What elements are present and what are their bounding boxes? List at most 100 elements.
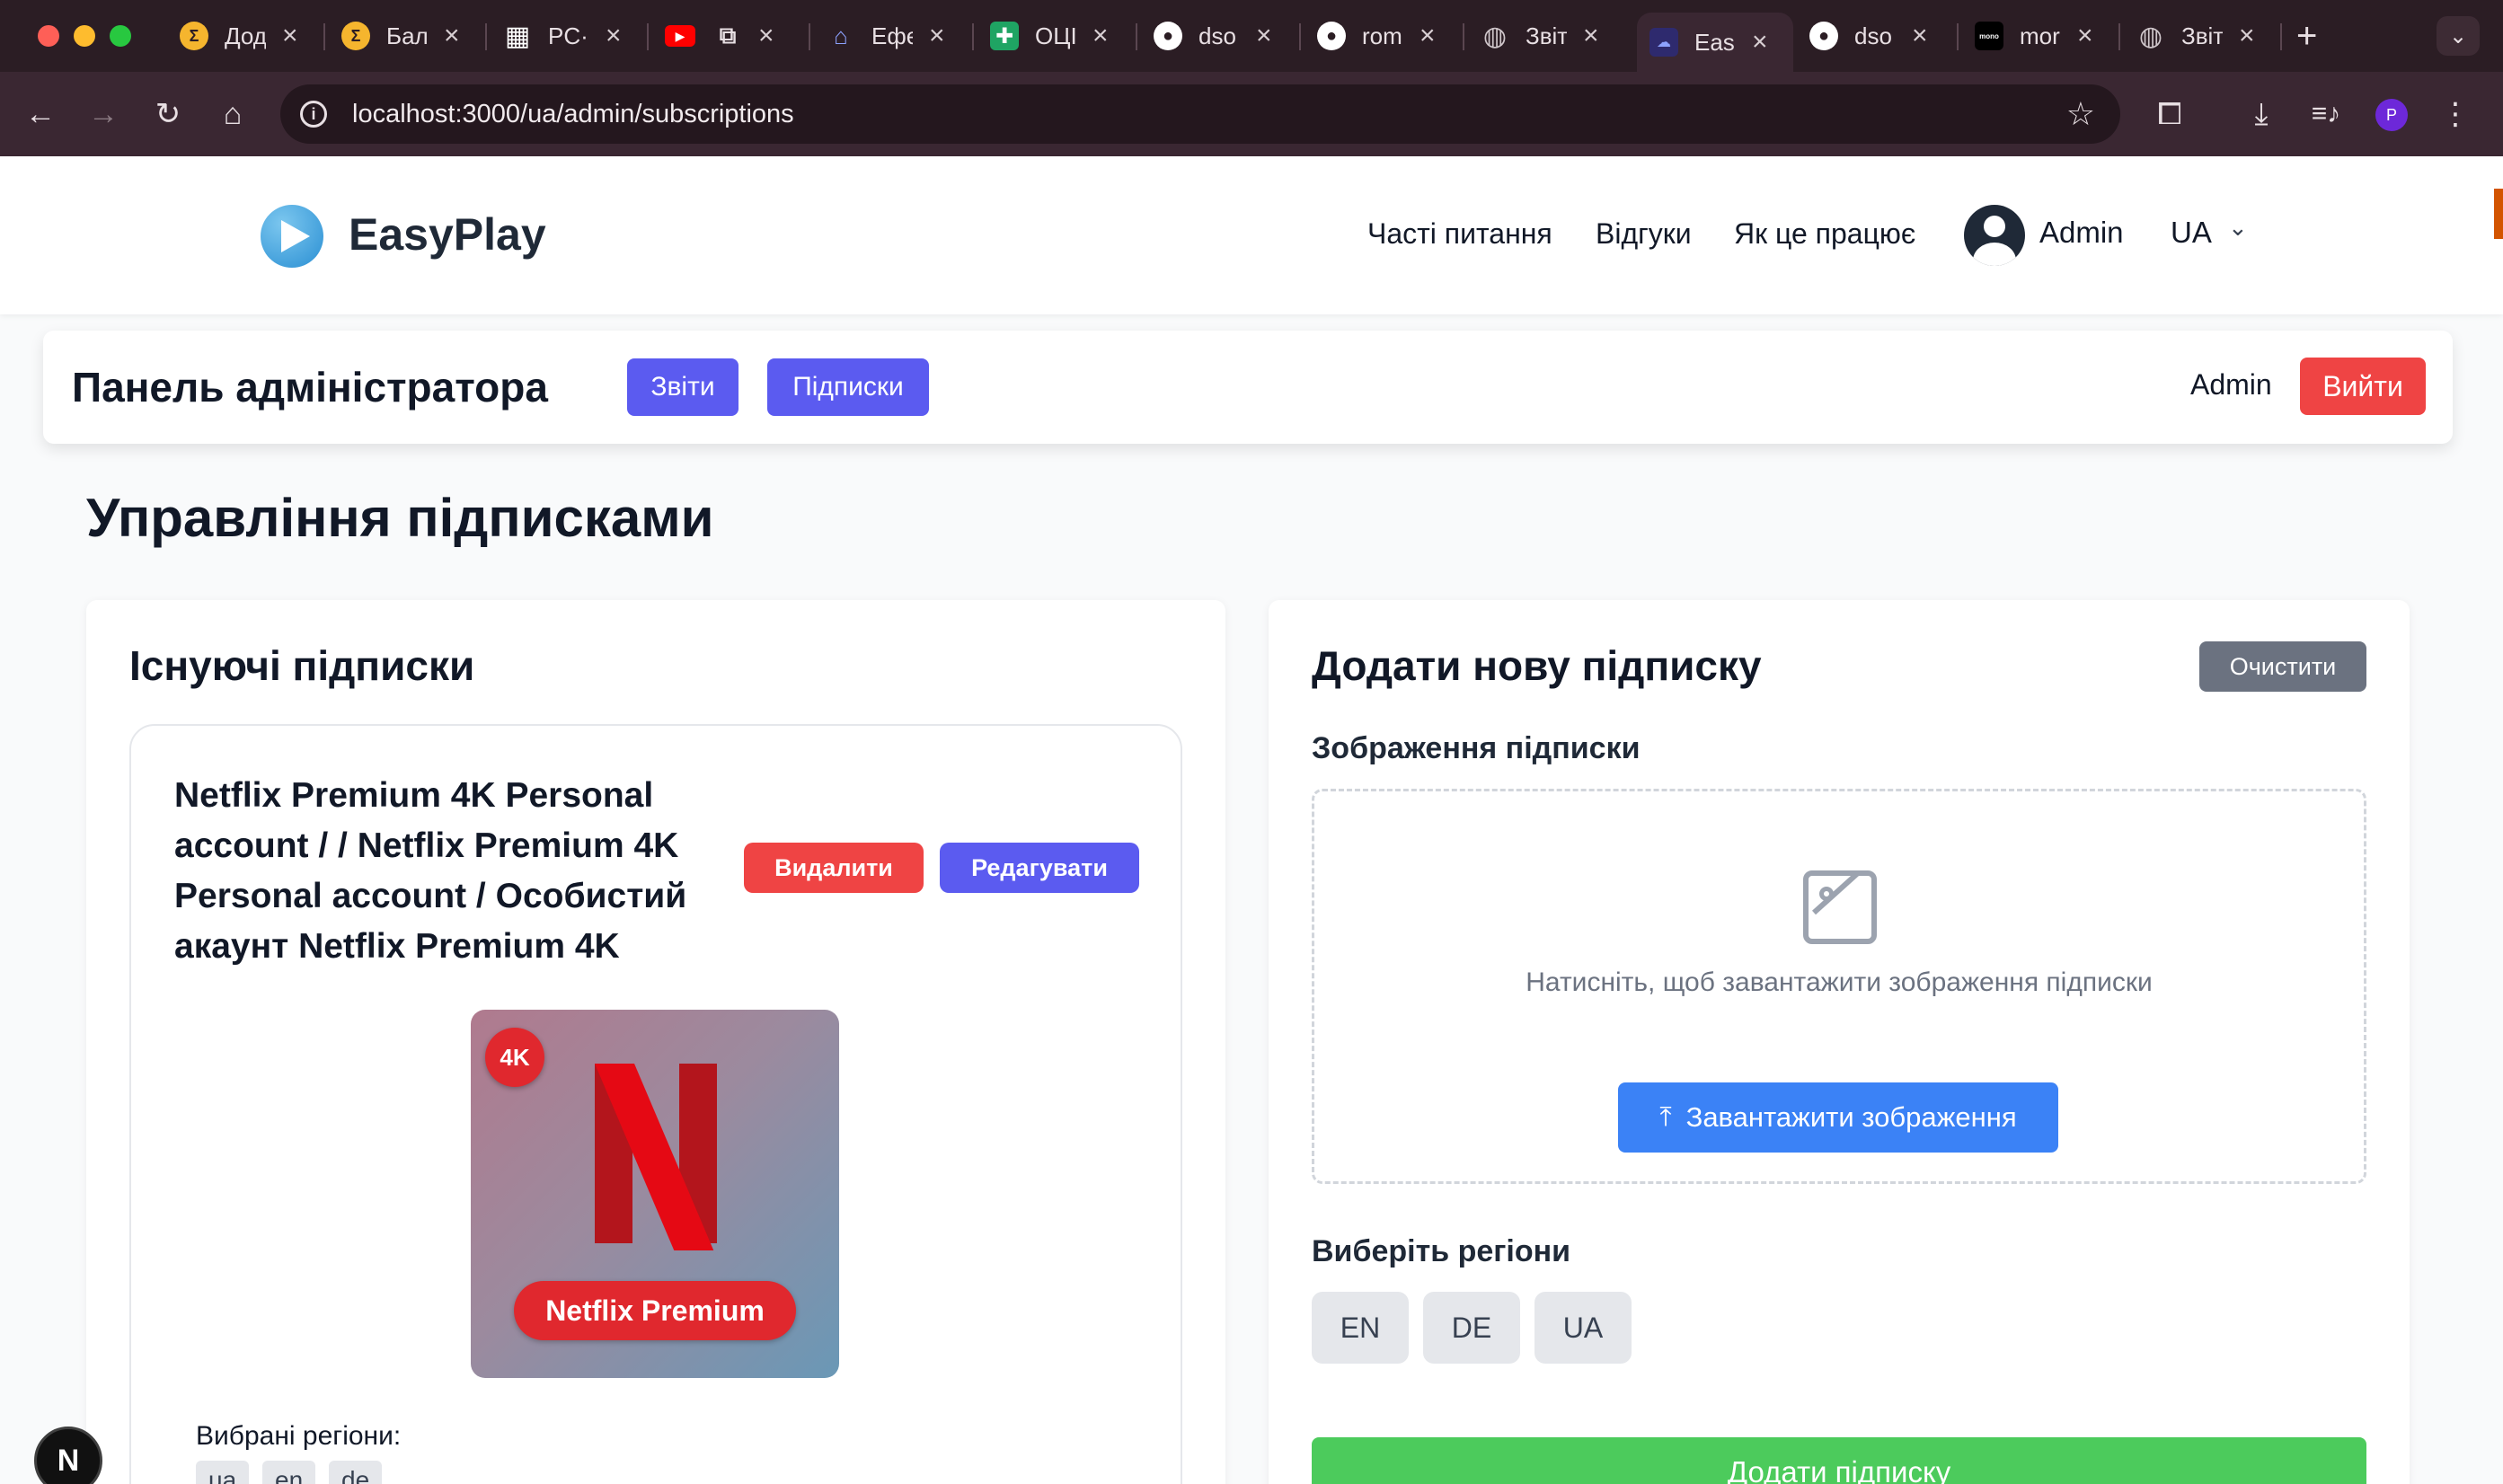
tab-title: Звіт (1526, 22, 1567, 49)
minimize-window-button[interactable] (74, 25, 95, 47)
url-text: localhost:3000/ua/admin/subscriptions (352, 99, 794, 128)
download-icon[interactable]: ⤓ (2239, 92, 2284, 137)
nav-link-how-it-works[interactable]: Як це працює (1734, 217, 1915, 251)
github-icon: ● (1154, 22, 1182, 50)
clear-button[interactable]: Очистити (2199, 641, 2366, 692)
profile-avatar[interactable]: P (2375, 99, 2408, 131)
add-subscription-button[interactable]: Додати підписку (1312, 1437, 2366, 1484)
globe-icon: ◍ (1482, 21, 1508, 51)
close-tab-icon[interactable]: × (929, 21, 945, 51)
site-info-icon[interactable]: i (300, 101, 327, 128)
browser-tab[interactable]: ▶ ⧉ × (652, 13, 774, 59)
close-tab-icon[interactable]: × (758, 21, 774, 51)
browser-tab-bar: Σ Дод × Σ Бал × ▦ PC· × ▶ ⧉ × ⌂ Ефе × ✚ … (0, 0, 2503, 72)
zoom-window-button[interactable] (110, 25, 131, 47)
dropzone-text: Натисніть, щоб завантажити зображення пі… (1526, 967, 2153, 997)
close-tab-icon[interactable]: × (1256, 21, 1272, 51)
subscription-title: Netflix Premium 4K Personal account / / … (174, 776, 687, 966)
close-tab-icon[interactable]: × (2077, 21, 2093, 51)
home-icon[interactable]: ⌂ (210, 92, 255, 137)
add-subscription-heading: Додати нову підписку (1312, 642, 1762, 689)
browser-tab[interactable]: Σ Бал × (329, 13, 460, 59)
media-control-icon[interactable]: ≡♪ (2304, 92, 2348, 137)
image-section-label: Зображення підписки (1312, 731, 1641, 765)
regions-section-label: Виберіть регіони (1312, 1234, 1571, 1268)
globe-icon: ◍ (2138, 21, 2163, 51)
browser-menu-icon[interactable]: ⋮ (2433, 92, 2478, 137)
language-select[interactable]: UA (2171, 216, 2212, 250)
grid-icon: ▦ (504, 21, 531, 51)
tab-title: ОЦІ (1035, 22, 1076, 49)
browser-tab[interactable]: ✚ ОЦІ × (977, 13, 1109, 59)
browser-tab[interactable]: ◍ Звіт × (1468, 13, 1599, 59)
edge-indicator (2494, 189, 2503, 239)
brand-name[interactable]: EasyPlay (349, 208, 546, 261)
coin-icon: Σ (341, 22, 370, 50)
browser-tab[interactable]: ⌂ Ефе × (814, 13, 945, 59)
browser-tab[interactable]: mono mor × (1962, 13, 2093, 59)
browser-tab[interactable]: Σ Дод × (167, 13, 298, 59)
browser-tab[interactable]: ◍ Звіт × (2124, 13, 2255, 59)
chevron-down-icon[interactable]: ⌄ (2228, 214, 2248, 242)
add-subscription-card: Додати нову підписку Очистити Зображення… (1269, 600, 2410, 1484)
picture-in-picture-icon: ⧉ (719, 22, 737, 49)
close-tab-icon[interactable]: × (1092, 21, 1109, 51)
browser-tab[interactable]: ● dso × (1141, 13, 1272, 59)
close-tab-icon[interactable]: × (1752, 27, 1768, 57)
close-tab-icon[interactable]: × (2239, 21, 2255, 51)
site-header: EasyPlay Часті питання Відгуки Як це пра… (0, 156, 2503, 314)
upload-image-button[interactable]: ⤒ Завантажити зображення (1618, 1082, 2058, 1153)
github-icon: ● (1809, 22, 1838, 50)
user-avatar-icon[interactable] (1964, 205, 2025, 266)
reload-icon[interactable]: ↻ (146, 92, 190, 137)
browser-tab[interactable]: ▦ PC· × (491, 13, 622, 59)
tab-title: dso (1198, 22, 1236, 49)
tab-title: Eas (1694, 28, 1735, 56)
nav-link-reviews[interactable]: Відгуки (1596, 217, 1692, 251)
reports-button[interactable]: Звіти (627, 358, 739, 416)
forward-icon[interactable]: → (81, 92, 126, 137)
region-toggle-ua[interactable]: UA (1535, 1292, 1632, 1364)
header-user-name[interactable]: Admin (2039, 216, 2124, 250)
close-tab-icon[interactable]: × (444, 21, 460, 51)
browser-toolbar: ← → ↻ ⌂ i localhost:3000/ua/admin/subscr… (0, 72, 2503, 156)
easyplay-logo-icon[interactable] (261, 205, 323, 268)
edit-button[interactable]: Редагувати (940, 843, 1139, 893)
admin-panel-bar: Панель адміністратора Звіти Підписки Adm… (43, 331, 2453, 444)
close-tab-icon[interactable]: × (1583, 21, 1599, 51)
existing-subscriptions-card: Існуючі підписки Netflix Premium 4K Pers… (86, 600, 1225, 1484)
browser-tab-active[interactable]: ☁ Eas × (1637, 13, 1793, 72)
tab-title: Дод (225, 22, 266, 49)
easyplay-icon: ☁ (1650, 28, 1678, 57)
browser-tab[interactable]: ● dso × (1797, 13, 1928, 59)
region-toggle-de[interactable]: DE (1423, 1292, 1520, 1364)
image-dropzone[interactable]: Натисніть, щоб завантажити зображення пі… (1312, 789, 2366, 1184)
tab-title: Звіт (2181, 22, 2223, 49)
region-toggle-en[interactable]: EN (1312, 1292, 1409, 1364)
address-bar[interactable]: i localhost:3000/ua/admin/subscriptions … (280, 84, 2120, 144)
tab-title: PC· (548, 22, 588, 49)
github-icon: ● (1317, 22, 1346, 50)
tab-search-button[interactable]: ⌄ (2437, 16, 2480, 56)
subscription-image: 4K Netflix Premium (471, 1010, 839, 1378)
mono-icon: mono (1975, 22, 2003, 50)
image-caption: Netflix Premium (514, 1281, 796, 1340)
bookmark-star-icon[interactable]: ☆ (2066, 95, 2095, 133)
browser-tab[interactable]: ● rom × (1305, 13, 1436, 59)
delete-button[interactable]: Видалити (744, 843, 924, 893)
extensions-icon[interactable]: ⧠ (2147, 92, 2192, 137)
back-icon[interactable]: ← (18, 92, 63, 137)
new-tab-button[interactable]: + (2296, 16, 2317, 57)
close-tab-icon[interactable]: × (606, 21, 622, 51)
tab-title: rom (1362, 22, 1402, 49)
sheets-icon: ✚ (990, 22, 1019, 50)
nav-link-faq[interactable]: Часті питання (1367, 217, 1552, 251)
close-tab-icon[interactable]: × (1912, 21, 1928, 51)
subscriptions-button[interactable]: Підписки (767, 358, 929, 416)
close-tab-icon[interactable]: × (282, 21, 298, 51)
subscription-item: Netflix Premium 4K Personal account / / … (129, 724, 1182, 1484)
admin-user-name: Admin (2190, 368, 2272, 401)
logout-button[interactable]: Вийти (2300, 358, 2426, 415)
close-tab-icon[interactable]: × (1420, 21, 1436, 51)
close-window-button[interactable] (38, 25, 59, 47)
